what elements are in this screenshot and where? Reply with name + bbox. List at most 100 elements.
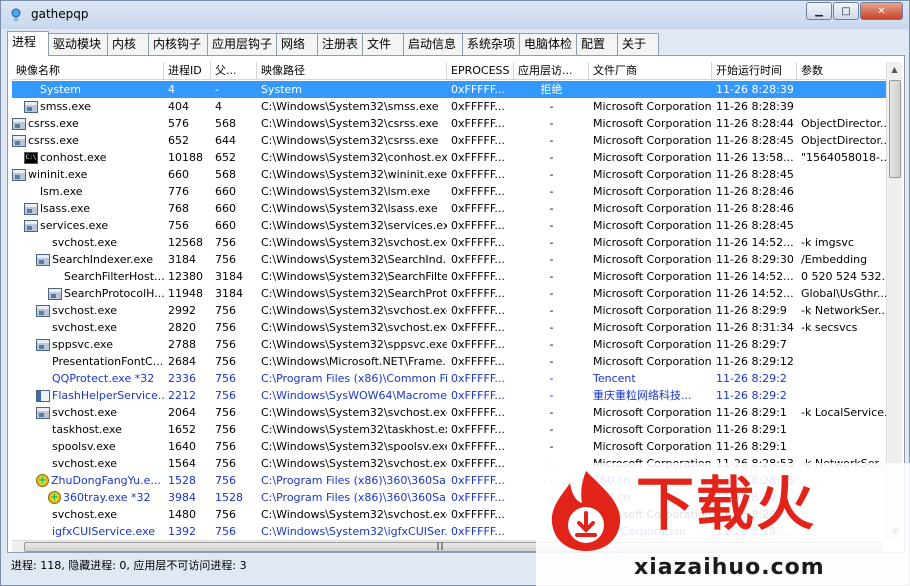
cell-vendor: Microsoft Corporation: [593, 134, 712, 147]
table-row[interactable]: lsass.exe 768 660 C:\Windows\System32\lsass…: [12, 200, 889, 217]
table-row[interactable]: spoolsv.exe 1640 756 C:\Windows\System32\sp…: [12, 438, 889, 455]
blank-icon: [24, 186, 38, 198]
cell-image-name: svchost.exe: [12, 404, 164, 421]
cell-image-path: C:\Windows\System32\SearchInd...: [261, 253, 447, 266]
process-name: SearchProtocolH...: [64, 287, 164, 300]
header-col-pid[interactable]: 进程ID: [164, 62, 211, 80]
tab-4[interactable]: 应用层钩子: [207, 33, 277, 55]
cell-start-time: 11-26 8:29:2: [716, 372, 787, 385]
table-row[interactable]: lsm.exe 776 660 C:\Windows\System32\lsm.exe…: [12, 183, 889, 200]
header-col-app-access[interactable]: 应用层访...: [514, 62, 589, 80]
tab-1[interactable]: 驱动模块: [48, 33, 108, 55]
cell-image-path: C:\Program Files (x86)\360\360Sa...: [261, 474, 447, 487]
tab-10[interactable]: 电脑体检: [519, 33, 577, 55]
window-app-icon: [36, 406, 50, 419]
cell-image-name: csrss.exe: [12, 115, 164, 132]
cell-pid: 768: [168, 202, 189, 215]
minimize-button[interactable]: ▁: [806, 2, 832, 20]
cell-pid: 776: [168, 185, 189, 198]
cell-ppid: 756: [215, 474, 236, 487]
cell-app-access: -: [549, 287, 554, 300]
table-row[interactable]: sppsvc.exe 2788 756 C:\Windows\System32\spp…: [12, 336, 889, 353]
table-row[interactable]: svchost.exe 2820 756 C:\Windows\System32\sv…: [12, 319, 889, 336]
table-row[interactable]: taskhost.exe 1652 756 C:\Windows\System32\t…: [12, 421, 889, 438]
process-name: svchost.exe: [52, 457, 118, 470]
cell-args: [797, 98, 889, 115]
cell-args: [797, 166, 889, 183]
table-row[interactable]: System 4 - System 0xFFFFF... 拒绝 11-26 8:28:39: [12, 81, 889, 98]
table-row[interactable]: SearchIndexer.exe 3184 756 C:\Windows\Syste…: [12, 251, 889, 268]
cell-ppid: 3184: [215, 287, 243, 300]
tab-12[interactable]: 关于: [617, 33, 659, 55]
maximize-button[interactable]: □: [833, 2, 859, 20]
table-row[interactable]: services.exe 756 660 C:\Windows\System32\se…: [12, 217, 889, 234]
table-row[interactable]: SearchProtocolH... 11948 3184 C:\Windows\Sy…: [12, 285, 889, 302]
cell-image-path: C:\Windows\System32\igfxCUISer...: [261, 525, 447, 538]
tab-3[interactable]: 内核钩子: [148, 33, 208, 55]
close-button[interactable]: ✕: [860, 2, 903, 20]
cell-image-name: smss.exe: [12, 98, 164, 115]
header-col-args[interactable]: 参数: [797, 62, 889, 80]
table-row[interactable]: csrss.exe 576 568 C:\Windows\System32\csrss…: [12, 115, 889, 132]
tab-2[interactable]: 内核: [107, 33, 149, 55]
header-col-vendor[interactable]: 文件厂商: [589, 62, 712, 80]
cell-image-name: lsm.exe: [12, 183, 164, 200]
table-row[interactable]: C:\ conhost.exe 10188 652 C:\Windows\System3…: [12, 149, 889, 166]
tab-11[interactable]: 配置: [576, 33, 618, 55]
process-name: svchost.exe: [52, 508, 118, 521]
cell-vendor: Microsoft Corporation: [593, 406, 712, 419]
cell-image-name: FlashHelperService...: [12, 387, 164, 404]
header-col-image-name[interactable]: 映像名称: [12, 62, 164, 80]
tab-7[interactable]: 文件: [362, 33, 404, 55]
table-row[interactable]: SearchFilterHost... 12380 3184 C:\Windows\S…: [12, 268, 889, 285]
cell-vendor: Microsoft Corporation: [593, 202, 712, 215]
cell-args: ObjectDirector...: [801, 117, 889, 130]
process-name: svchost.exe: [52, 304, 118, 317]
table-row[interactable]: FlashHelperService... 2212 756 C:\Windows\S…: [12, 387, 889, 404]
header-col-start-time[interactable]: 开始运行时间: [712, 62, 797, 80]
cell-vendor: Microsoft Corporation: [593, 100, 712, 113]
window-app-icon: [12, 134, 26, 147]
cell-start-time: 11-26 14:52...: [716, 287, 794, 300]
cell-image-path: C:\Windows\System32\svchost.exe: [261, 304, 447, 317]
table-row[interactable]: wininit.exe 660 568 C:\Windows\System32\win…: [12, 166, 889, 183]
vertical-scroll-thumb[interactable]: [889, 80, 901, 178]
cell-app-access: -: [549, 100, 554, 113]
table-row[interactable]: svchost.exe 2064 756 C:\Windows\System32\sv…: [12, 404, 889, 421]
cell-ppid: 756: [215, 355, 236, 368]
tab-6[interactable]: 注册表: [317, 33, 363, 55]
cell-app-access: -: [549, 270, 554, 283]
window-app-icon: [24, 219, 38, 232]
header-col-eprocess[interactable]: EPROCESS: [447, 62, 514, 80]
header-col-image-path[interactable]: 映像路径: [257, 62, 447, 80]
tab-5[interactable]: 网络: [276, 33, 318, 55]
table-row[interactable]: QQProtect.exe *32 2336 756 C:\Program Files…: [12, 370, 889, 387]
cell-args: -k imgsvc: [801, 236, 854, 249]
cell-image-path: C:\Windows\System32\svchost.exe: [261, 236, 447, 249]
table-row[interactable]: svchost.exe 12568 756 C:\Windows\System32\s…: [12, 234, 889, 251]
scroll-grip-icon: ‖‖: [436, 541, 444, 550]
table-row[interactable]: PresentationFontC... 2684 756 C:\Windows\Mi…: [12, 353, 889, 370]
app-icon: [11, 8, 21, 21]
table-row[interactable]: smss.exe 404 4 C:\Windows\System32\smss.exe…: [12, 98, 889, 115]
window-app-icon: [36, 304, 50, 317]
cell-start-time: 11-26 8:28:39: [716, 83, 794, 96]
scroll-up-icon[interactable]: ▲: [887, 62, 902, 78]
tab-0[interactable]: 进程: [7, 31, 49, 56]
header-col-ppid[interactable]: 父...: [211, 62, 257, 80]
cell-pid: 1564: [168, 457, 196, 470]
cell-start-time: 11-26 14:52...: [716, 270, 794, 283]
cell-vendor: Microsoft Corporation: [593, 219, 712, 232]
title-bar[interactable]: gathepqp ▁ □ ✕: [1, 1, 909, 29]
cell-eprocess: 0xFFFFF...: [451, 321, 505, 334]
cell-args: [797, 200, 889, 217]
cell-app-access: -: [549, 151, 554, 164]
tab-8[interactable]: 启动信息: [403, 33, 463, 55]
cell-app-access: -: [549, 185, 554, 198]
cell-vendor: Microsoft Corporation: [593, 304, 712, 317]
cell-app-access: -: [549, 168, 554, 181]
cell-app-access: -: [549, 372, 554, 385]
table-row[interactable]: csrss.exe 652 644 C:\Windows\System32\csrss…: [12, 132, 889, 149]
tab-9[interactable]: 系统杂项: [462, 33, 520, 55]
table-row[interactable]: svchost.exe 2992 756 C:\Windows\System32\sv…: [12, 302, 889, 319]
